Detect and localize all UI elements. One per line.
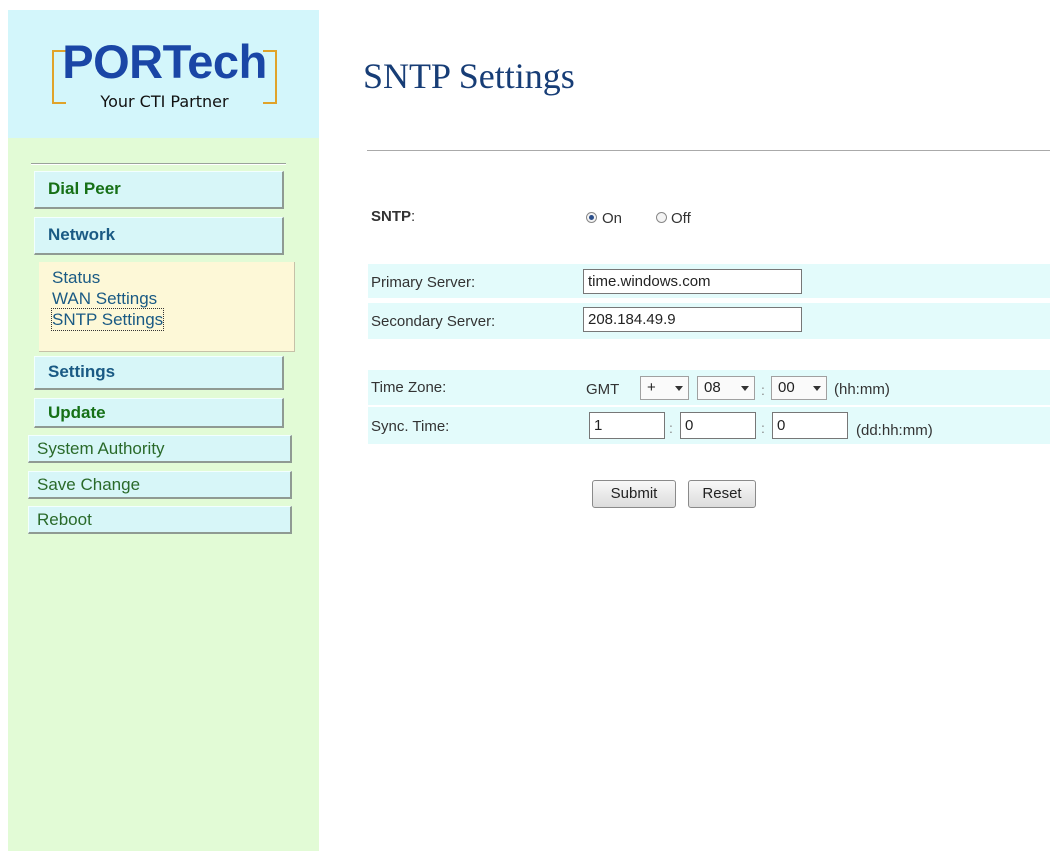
- sync-days-input[interactable]: [589, 412, 665, 439]
- chevron-down-icon: [741, 386, 749, 391]
- sync-time-label: Sync. Time:: [371, 418, 450, 435]
- sync-hours-input[interactable]: [680, 412, 756, 439]
- tz-separator: :: [761, 382, 765, 398]
- primary-server-label: Primary Server:: [371, 274, 476, 291]
- tz-sign-value: +: [647, 379, 656, 396]
- secondary-server-label: Secondary Server:: [371, 313, 496, 330]
- tz-hours-value: 08: [704, 379, 721, 396]
- chevron-down-icon: [813, 386, 821, 391]
- tz-minutes-select[interactable]: 00: [771, 376, 827, 400]
- sidebar-item-network[interactable]: Network: [34, 217, 284, 255]
- sidebar-item-reboot[interactable]: Reboot: [28, 506, 292, 534]
- sntp-off-label[interactable]: Off: [671, 210, 691, 227]
- tz-hours-select[interactable]: 08: [697, 376, 755, 400]
- logo-area: PORTech Your CTI Partner: [8, 10, 319, 138]
- submenu-item-wan-settings[interactable]: WAN Settings: [52, 288, 294, 309]
- gmt-label: GMT: [586, 381, 620, 398]
- chevron-down-icon: [675, 386, 683, 391]
- network-submenu: Status WAN Settings SNTP Settings: [39, 262, 295, 352]
- sync-separator-1: :: [669, 420, 673, 436]
- sidebar-item-dial-peer[interactable]: Dial Peer: [34, 171, 284, 209]
- sidebar-item-system-authority[interactable]: System Authority: [28, 435, 292, 463]
- tz-format-hint: (hh:mm): [834, 381, 890, 398]
- sidebar-item-save-change[interactable]: Save Change: [28, 471, 292, 499]
- page-title: SNTP Settings: [363, 56, 575, 96]
- sync-minutes-input[interactable]: [772, 412, 848, 439]
- sntp-label-colon: :: [411, 208, 416, 225]
- sidebar-item-update[interactable]: Update: [34, 398, 284, 428]
- title-divider: [367, 150, 1050, 151]
- sidebar-item-settings[interactable]: Settings: [34, 356, 284, 390]
- time-zone-label: Time Zone:: [371, 379, 447, 396]
- sntp-label: SNTP:: [371, 208, 415, 225]
- submenu-item-sntp-settings[interactable]: SNTP Settings: [50, 308, 165, 331]
- reset-button[interactable]: Reset: [688, 480, 756, 508]
- logo-tagline: Your CTI Partner: [100, 92, 229, 111]
- tz-minutes-value: 00: [778, 379, 795, 396]
- sntp-label-text: SNTP: [371, 208, 412, 225]
- primary-server-input[interactable]: [583, 269, 802, 294]
- secondary-server-input[interactable]: [583, 307, 802, 332]
- nav-divider: [31, 163, 286, 165]
- portech-logo: PORTech Your CTI Partner: [52, 35, 277, 114]
- sync-format-hint: (dd:hh:mm): [856, 422, 933, 439]
- tz-sign-select[interactable]: +: [640, 376, 689, 400]
- sntp-on-label[interactable]: On: [602, 210, 622, 227]
- submenu-item-status[interactable]: Status: [52, 267, 294, 288]
- submit-button[interactable]: Submit: [592, 480, 676, 508]
- sntp-off-radio[interactable]: [656, 212, 667, 223]
- sync-separator-2: :: [761, 420, 765, 436]
- sidebar: PORTech Your CTI Partner Dial Peer Netwo…: [8, 10, 319, 851]
- logo-text: PORTech: [62, 35, 267, 88]
- sntp-on-radio[interactable]: [586, 212, 597, 223]
